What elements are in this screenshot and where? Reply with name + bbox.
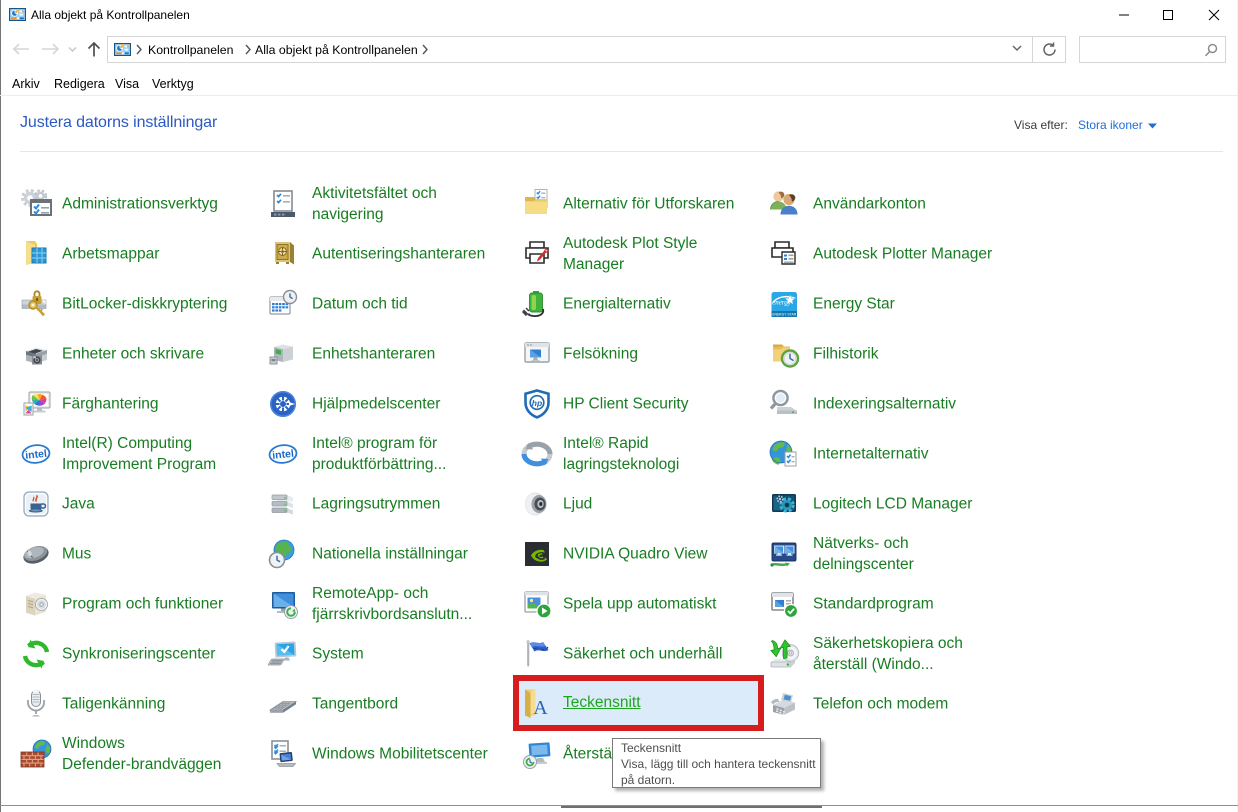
svg-text:ENERGY STAR: ENERGY STAR (772, 313, 797, 317)
svg-text:intel: intel (25, 448, 48, 462)
svg-text:hp: hp (532, 398, 542, 408)
svg-text:intel: intel (272, 448, 295, 462)
svg-text:A: A (533, 697, 548, 719)
